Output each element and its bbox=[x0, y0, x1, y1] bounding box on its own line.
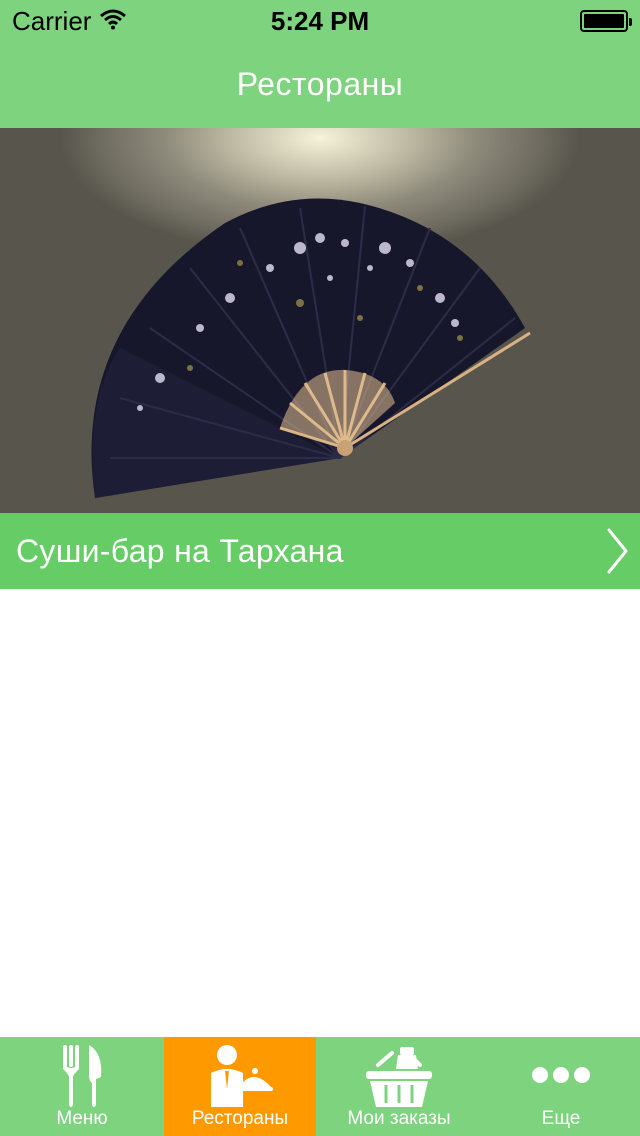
status-time: 5:24 PM bbox=[270, 6, 370, 36]
restaurant-list-item[interactable]: Суши-бар на Тархана bbox=[0, 513, 640, 589]
restaurant-photo[interactable] bbox=[0, 128, 640, 513]
tab-restaurants[interactable]: Рестораны bbox=[164, 1037, 316, 1136]
battery-icon bbox=[580, 10, 632, 32]
basket-icon bbox=[364, 1043, 434, 1115]
more-icon bbox=[531, 1065, 591, 1091]
status-bar: Carrier 5:24 PM bbox=[0, 0, 640, 40]
navigation-bar: Рестораны bbox=[0, 40, 640, 128]
tab-bar: Меню Рестораны Мои заказы Еще bbox=[0, 1037, 640, 1136]
tab-more[interactable]: Еще bbox=[482, 1037, 640, 1136]
chevron-right-icon bbox=[606, 527, 630, 580]
fork-knife-icon bbox=[59, 1043, 105, 1115]
restaurant-name: Суши-бар на Тархана bbox=[16, 532, 344, 569]
page-title: Рестораны bbox=[236, 65, 404, 102]
tab-more-label: Еще bbox=[541, 1108, 581, 1129]
folding-fan-image bbox=[91, 198, 531, 498]
tab-my-orders[interactable]: Мои заказы bbox=[316, 1037, 482, 1136]
tab-menu[interactable]: Меню bbox=[0, 1037, 164, 1136]
waiter-icon bbox=[205, 1043, 275, 1115]
